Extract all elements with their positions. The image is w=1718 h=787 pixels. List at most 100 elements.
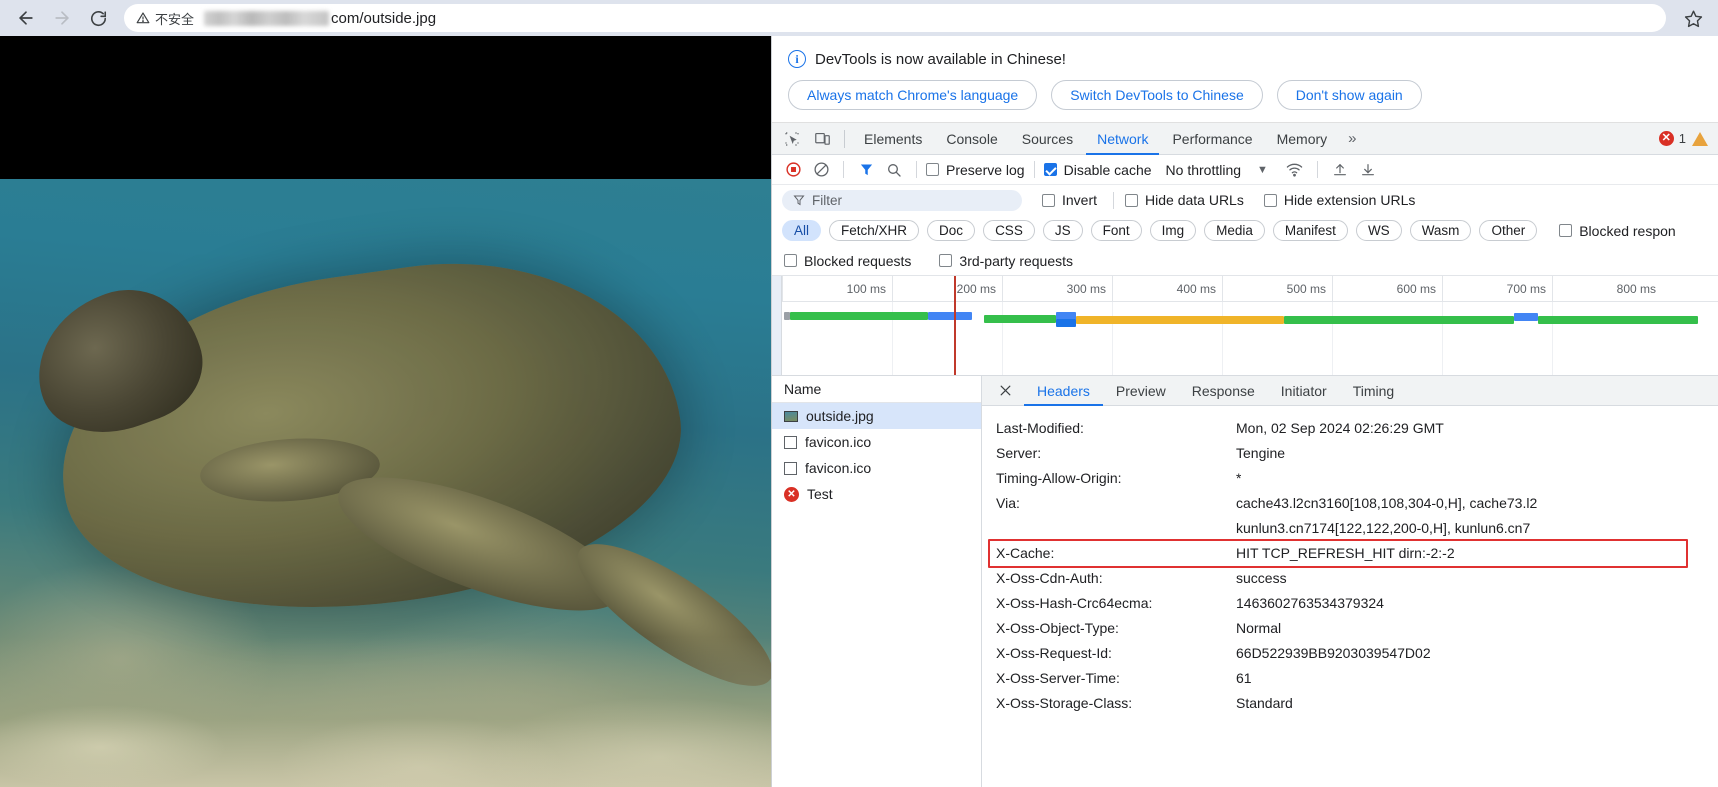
filter-funnel-icon <box>793 195 805 206</box>
type-filter-js[interactable]: JS <box>1042 220 1083 241</box>
detail-tab-initiator[interactable]: Initiator <box>1268 376 1340 406</box>
detail-tab-preview[interactable]: Preview <box>1103 376 1179 406</box>
dont-show-again-button[interactable]: Don't show again <box>1276 80 1422 110</box>
header-name: X-Oss-Request-Id: <box>996 645 1112 661</box>
clear-button[interactable] <box>808 158 834 182</box>
security-indicator[interactable]: 不安全 <box>136 9 204 28</box>
type-filter-css[interactable]: CSS <box>983 220 1035 241</box>
tab-elements[interactable]: Elements <box>853 123 933 155</box>
type-filter-wasm[interactable]: Wasm <box>1409 220 1472 241</box>
sea-turtle-image <box>0 179 771 787</box>
reload-button[interactable] <box>82 2 114 34</box>
overview-bar-9 <box>1538 316 1698 324</box>
disable-cache-checkbox[interactable]: Disable cache <box>1043 162 1152 178</box>
tab-sources[interactable]: Sources <box>1011 123 1084 155</box>
network-toolbar: Preserve log Disable cache No throttling… <box>772 155 1718 185</box>
switch-to-chinese-button[interactable]: Switch DevTools to Chinese <box>1051 80 1263 110</box>
preserve-log-label: Preserve log <box>946 161 1025 178</box>
detail-tab-headers[interactable]: Headers <box>1024 376 1103 406</box>
filter-toggle-button[interactable] <box>853 158 879 182</box>
warning-icon[interactable] <box>1692 131 1708 146</box>
device-toolbar-button[interactable] <box>808 126 836 152</box>
forward-button[interactable] <box>46 2 78 34</box>
export-har-button[interactable] <box>1355 158 1381 182</box>
inspect-element-button[interactable] <box>778 126 806 152</box>
hide-data-urls-box <box>1125 193 1139 207</box>
tick-200ms: 200 ms <box>892 276 1002 301</box>
hide-extension-urls-checkbox[interactable]: Hide extension URLs <box>1263 192 1416 208</box>
blocked-responses-checkbox[interactable]: Blocked respon <box>1559 223 1676 239</box>
tab-memory[interactable]: Memory <box>1266 123 1339 155</box>
search-button[interactable] <box>881 158 907 182</box>
type-filter-other[interactable]: Other <box>1479 220 1538 241</box>
more-tabs-button[interactable]: » <box>1340 130 1364 147</box>
type-filter-fetch-xhr[interactable]: Fetch/XHR <box>829 220 920 241</box>
tick-300ms: 300 ms <box>1002 276 1112 301</box>
hide-data-urls-label: Hide data URLs <box>1145 192 1244 208</box>
security-label: 不安全 <box>155 11 195 27</box>
export-har-icon <box>1361 163 1374 175</box>
devtools-panel: i DevTools is now available in Chinese! … <box>771 36 1718 787</box>
tick-600ms: 600 ms <box>1332 276 1442 301</box>
back-button[interactable] <box>10 2 42 34</box>
type-filter-media[interactable]: Media <box>1204 220 1265 241</box>
import-har-button[interactable] <box>1327 158 1353 182</box>
filter-divider <box>1113 191 1115 209</box>
bookmark-button[interactable] <box>1678 3 1708 33</box>
detail-tab-timing[interactable]: Timing <box>1340 376 1408 406</box>
request-row-outside-jpg[interactable]: outside.jpg <box>772 403 981 429</box>
request-name: Test <box>807 486 833 502</box>
blocked-requests-checkbox[interactable]: Blocked requests <box>784 253 911 269</box>
error-badge[interactable]: ✕ 1 <box>1658 131 1686 146</box>
network-conditions-icon <box>1287 163 1303 177</box>
warning-triangle-icon <box>136 12 150 24</box>
type-filter-doc[interactable]: Doc <box>927 220 976 241</box>
request-row-favicon-2[interactable]: favicon.ico <box>772 455 981 481</box>
tab-console[interactable]: Console <box>935 123 1008 155</box>
hide-extension-urls-label: Hide extension URLs <box>1283 192 1416 208</box>
type-filter-img[interactable]: Img <box>1149 220 1197 241</box>
address-bar[interactable]: 不安全 com/outside.jpg <box>124 4 1666 32</box>
always-match-language-button[interactable]: Always match Chrome's language <box>788 80 1038 110</box>
detail-tab-response[interactable]: Response <box>1179 376 1268 406</box>
filter-input[interactable]: Filter <box>782 189 1022 211</box>
image-thumbnail-icon <box>784 410 798 422</box>
filter-icon <box>860 164 872 176</box>
type-filter-all[interactable]: All <box>782 220 822 241</box>
header-row-x-oss-cdn-auth: X-Oss-Cdn-Auth: success <box>982 566 1718 591</box>
throttling-select[interactable]: No throttling <box>1166 162 1241 178</box>
tab-network[interactable]: Network <box>1086 123 1159 155</box>
record-button[interactable] <box>780 158 806 182</box>
hide-extension-urls-box <box>1263 193 1277 207</box>
details-tabbar: Headers Preview Response Initiator Timin… <box>982 376 1718 406</box>
request-row-favicon-1[interactable]: favicon.ico <box>772 429 981 455</box>
third-party-requests-label: 3rd-party requests <box>959 252 1074 269</box>
language-notification: i DevTools is now available in Chinese! … <box>772 36 1718 123</box>
type-filter-ws[interactable]: WS <box>1355 220 1402 241</box>
type-filter-font[interactable]: Font <box>1090 220 1142 241</box>
bookmark-star-icon <box>1684 10 1702 27</box>
network-overview[interactable]: 100 ms 200 ms 300 ms 400 ms 500 ms 600 m… <box>772 276 1718 376</box>
blocked-requests-box <box>784 254 797 267</box>
forward-arrow-icon <box>55 11 69 25</box>
header-value: Standard <box>1236 695 1293 711</box>
overview-bar-7 <box>1284 316 1514 324</box>
invert-checkbox[interactable]: Invert <box>1042 192 1097 208</box>
third-party-requests-checkbox[interactable]: 3rd-party requests <box>939 253 1073 269</box>
tab-performance[interactable]: Performance <box>1161 123 1263 155</box>
request-list-header: Name <box>772 376 981 403</box>
request-details-pane: Headers Preview Response Initiator Timin… <box>982 376 1718 787</box>
hide-data-urls-checkbox[interactable]: Hide data URLs <box>1125 192 1244 208</box>
close-details-button[interactable] <box>992 378 1018 404</box>
request-row-test[interactable]: ✕ Test <box>772 481 981 507</box>
header-row-via: Via: cache43.l2cn3160[108,108,304-0,H], … <box>982 491 1718 516</box>
redacted-domain <box>204 10 330 26</box>
network-conditions-button[interactable] <box>1282 158 1308 182</box>
error-count: 1 <box>1678 131 1686 146</box>
dom-content-loaded-marker <box>954 276 956 375</box>
header-row-x-oss-server-time: X-Oss-Server-Time: 61 <box>982 666 1718 691</box>
chevron-down-icon[interactable]: ▼ <box>1257 164 1268 176</box>
preserve-log-checkbox[interactable]: Preserve log <box>926 162 1025 178</box>
headers-list[interactable]: Last-Modified: Mon, 02 Sep 2024 02:26:29… <box>982 406 1718 787</box>
type-filter-manifest[interactable]: Manifest <box>1272 220 1348 241</box>
